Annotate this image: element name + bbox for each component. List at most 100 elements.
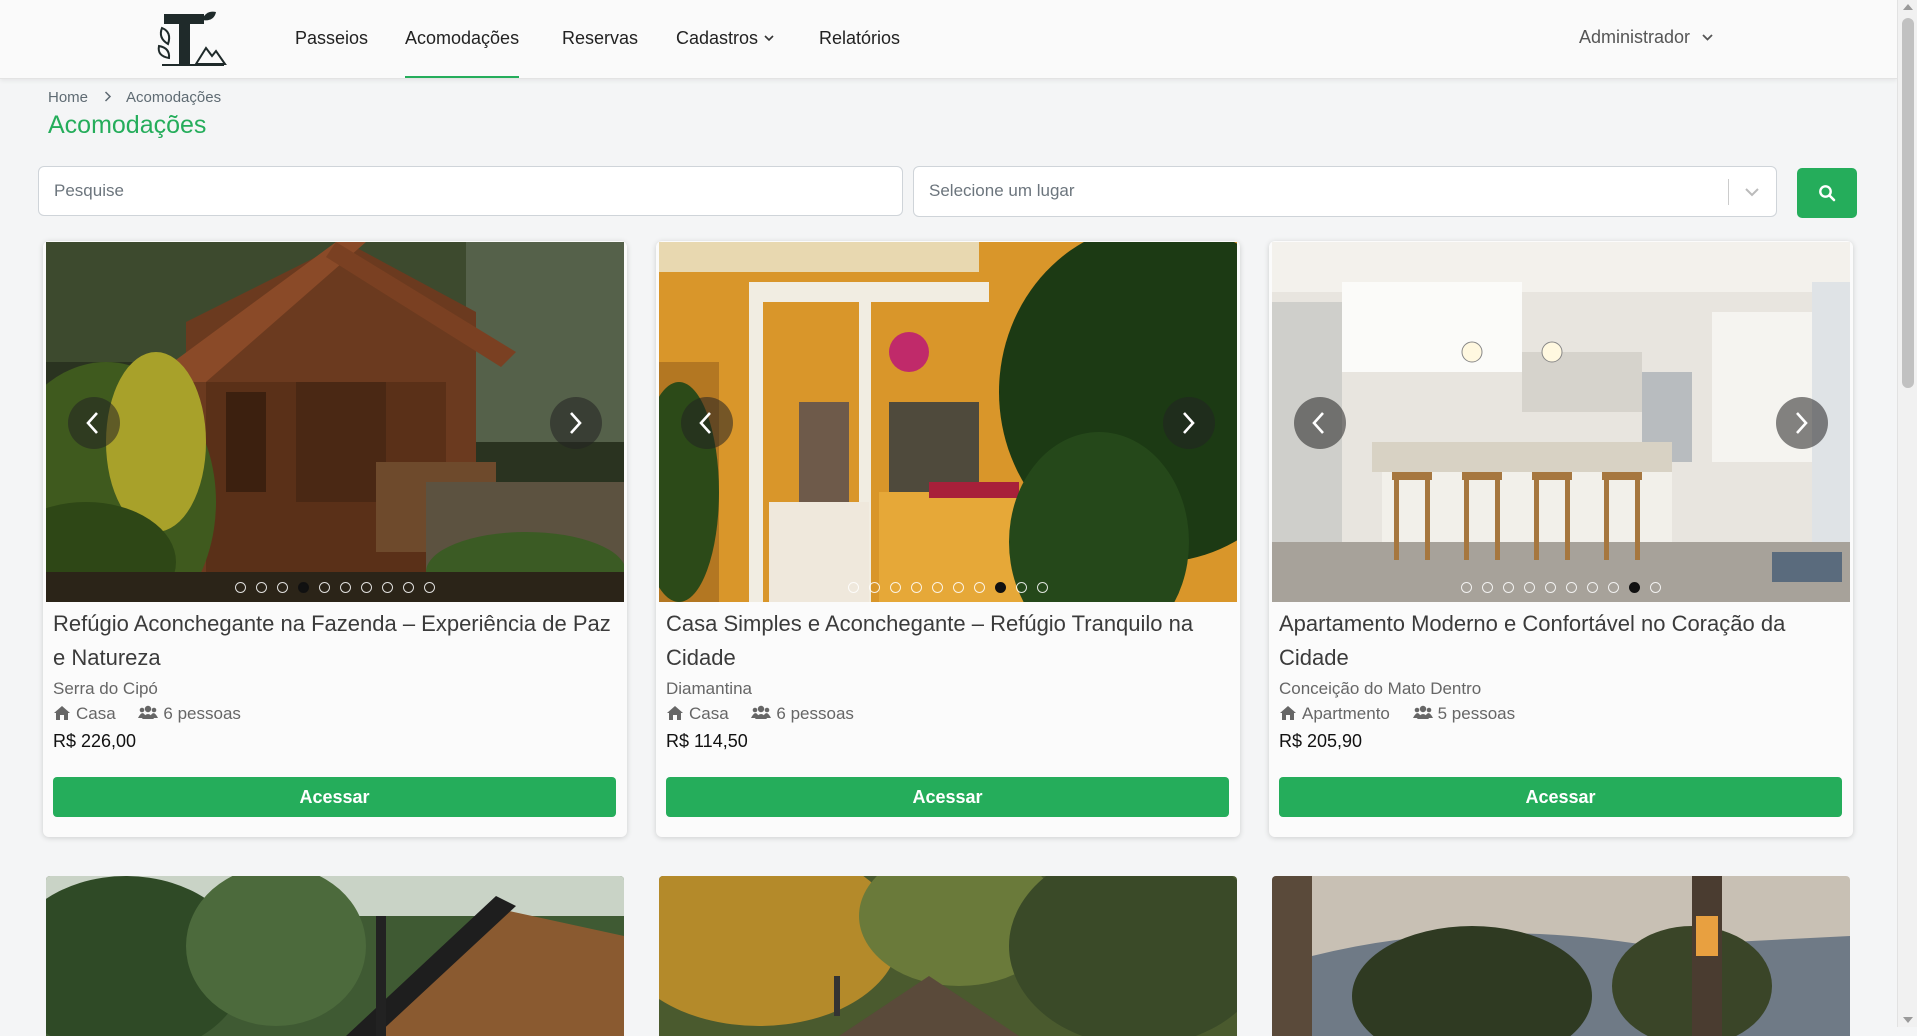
card-capacity: 5 pessoas <box>1437 704 1516 723</box>
nav-relatorios[interactable]: Relatórios <box>819 28 900 78</box>
carousel-prev-button[interactable] <box>68 397 120 449</box>
carousel-indicators <box>1272 582 1850 593</box>
place-select[interactable]: Selecione um lugar <box>913 166 1777 217</box>
accommodation-card: Refúgio Aconchegante na Fazenda – Experi… <box>43 241 627 837</box>
cabin-autumn-photo <box>659 876 1237 1036</box>
home-icon <box>1280 706 1296 720</box>
user-name: Administrador <box>1579 27 1691 47</box>
access-button[interactable]: Acessar <box>1279 777 1842 817</box>
card-price: R$ 205,90 <box>1279 731 1363 751</box>
scroll-up-icon[interactable] <box>1903 4 1913 10</box>
accommodation-card: Apartamento Moderno e Confortável no Cor… <box>1269 241 1853 837</box>
carousel-indicator-dot[interactable] <box>1650 582 1661 593</box>
cabin-photo <box>46 242 624 602</box>
tree-t-logo-icon <box>157 11 227 66</box>
card-location: Conceição do Mato Dentro <box>1279 679 1482 698</box>
card-photo-carousel <box>659 242 1237 602</box>
breadcrumb-current: Acomodações <box>126 89 222 106</box>
accommodation-card-photo <box>1272 876 1850 1036</box>
forest-house-photo <box>46 876 624 1036</box>
carousel-indicator-dot[interactable] <box>277 582 288 593</box>
top-navbar: Passeios Acomodações Reservas Cadastros … <box>0 0 1897 79</box>
card-price: R$ 114,50 <box>666 731 748 751</box>
carousel-indicator-dot[interactable] <box>1524 582 1535 593</box>
carousel-indicator-dot[interactable] <box>974 582 985 593</box>
home-icon <box>667 706 683 720</box>
user-menu[interactable]: Administrador <box>1579 27 1713 48</box>
carousel-indicator-dot[interactable] <box>424 582 435 593</box>
brand-logo[interactable] <box>156 6 228 70</box>
access-button[interactable]: Acessar <box>53 777 616 817</box>
chevron-down-icon[interactable] <box>1744 184 1760 202</box>
carousel-indicator-dot[interactable] <box>932 582 943 593</box>
card-meta: Casa 6 pessoas <box>666 704 854 724</box>
carousel-indicator-dot[interactable] <box>361 582 372 593</box>
chevron-left-icon <box>86 412 98 434</box>
carousel-indicator-dot[interactable] <box>995 582 1006 593</box>
card-price: R$ 226,00 <box>53 731 137 751</box>
carousel-indicator-dot[interactable] <box>403 582 414 593</box>
carousel-indicator-dot[interactable] <box>890 582 901 593</box>
carousel-indicator-dot[interactable] <box>1629 582 1640 593</box>
carousel-indicator-dot[interactable] <box>319 582 330 593</box>
carousel-indicator-dot[interactable] <box>256 582 267 593</box>
chevron-right-icon <box>570 412 582 434</box>
carousel-prev-button[interactable] <box>681 397 733 449</box>
carousel-next-button[interactable] <box>550 397 602 449</box>
carousel-indicators <box>659 582 1237 593</box>
nav-passeios[interactable]: Passeios <box>295 28 368 78</box>
carousel-indicator-dot[interactable] <box>1037 582 1048 593</box>
scroll-thumb[interactable] <box>1902 18 1914 388</box>
home-icon <box>54 706 70 720</box>
carousel-prev-button[interactable] <box>1294 397 1346 449</box>
carousel-indicator-dot[interactable] <box>1016 582 1027 593</box>
carousel-indicator-dot[interactable] <box>911 582 922 593</box>
card-meta: Casa 6 pessoas <box>53 704 241 724</box>
nav-reservas-label: Reservas <box>562 28 639 48</box>
breadcrumb-home[interactable]: Home <box>48 89 88 106</box>
card-type: Casa <box>76 704 116 723</box>
nav-acomodacoes[interactable]: Acomodações <box>405 28 520 78</box>
carousel-indicator-dot[interactable] <box>1461 582 1472 593</box>
carousel-indicator-dot[interactable] <box>1545 582 1556 593</box>
carousel-indicator-dot[interactable] <box>382 582 393 593</box>
users-icon <box>138 705 159 719</box>
chevron-right-icon <box>1183 412 1195 434</box>
chevron-down-icon <box>1702 30 1713 44</box>
card-title: Refúgio Aconchegante na Fazenda – Experi… <box>53 611 611 670</box>
page-scrollbar[interactable] <box>1897 0 1917 1027</box>
nav-cadastros[interactable]: Cadastros <box>676 28 774 78</box>
card-title: Casa Simples e Aconchegante – Refúgio Tr… <box>666 611 1194 670</box>
carousel-indicator-dot[interactable] <box>848 582 859 593</box>
carousel-indicator-dot[interactable] <box>1503 582 1514 593</box>
carousel-indicator-dot[interactable] <box>1566 582 1577 593</box>
card-title: Apartamento Moderno e Confortável no Cor… <box>1279 611 1786 670</box>
carousel-next-button[interactable] <box>1163 397 1215 449</box>
nav-reservas[interactable]: Reservas <box>562 28 638 78</box>
scroll-down-icon[interactable] <box>1903 1017 1913 1023</box>
carousel-indicator-dot[interactable] <box>1482 582 1493 593</box>
carousel-indicator-dot[interactable] <box>869 582 880 593</box>
card-photo-carousel <box>46 242 624 602</box>
search-button[interactable] <box>1797 168 1857 218</box>
card-location: Serra do Cipó <box>53 679 158 698</box>
nav-acomodacoes-label: Acomodações <box>405 28 520 48</box>
carousel-indicator-dot[interactable] <box>340 582 351 593</box>
card-type: Casa <box>689 704 729 723</box>
carousel-indicator-dot[interactable] <box>953 582 964 593</box>
card-location: Diamantina <box>666 679 752 698</box>
breadcrumb: Home Acomodações <box>48 89 221 106</box>
carousel-indicator-dot[interactable] <box>235 582 246 593</box>
carousel-indicator-dot[interactable] <box>1608 582 1619 593</box>
carousel-indicator-dot[interactable] <box>298 582 309 593</box>
chevron-right-icon <box>104 89 112 106</box>
accommodation-card-photo <box>659 876 1237 1036</box>
access-button[interactable]: Acessar <box>666 777 1229 817</box>
carousel-next-button[interactable] <box>1776 397 1828 449</box>
search-icon <box>1819 185 1836 202</box>
carousel-indicator-dot[interactable] <box>1587 582 1598 593</box>
kitchen-photo <box>1272 242 1850 602</box>
search-input[interactable] <box>38 166 903 216</box>
card-photo-carousel <box>1272 242 1850 602</box>
accommodation-card: Casa Simples e Aconchegante – Refúgio Tr… <box>656 241 1240 837</box>
